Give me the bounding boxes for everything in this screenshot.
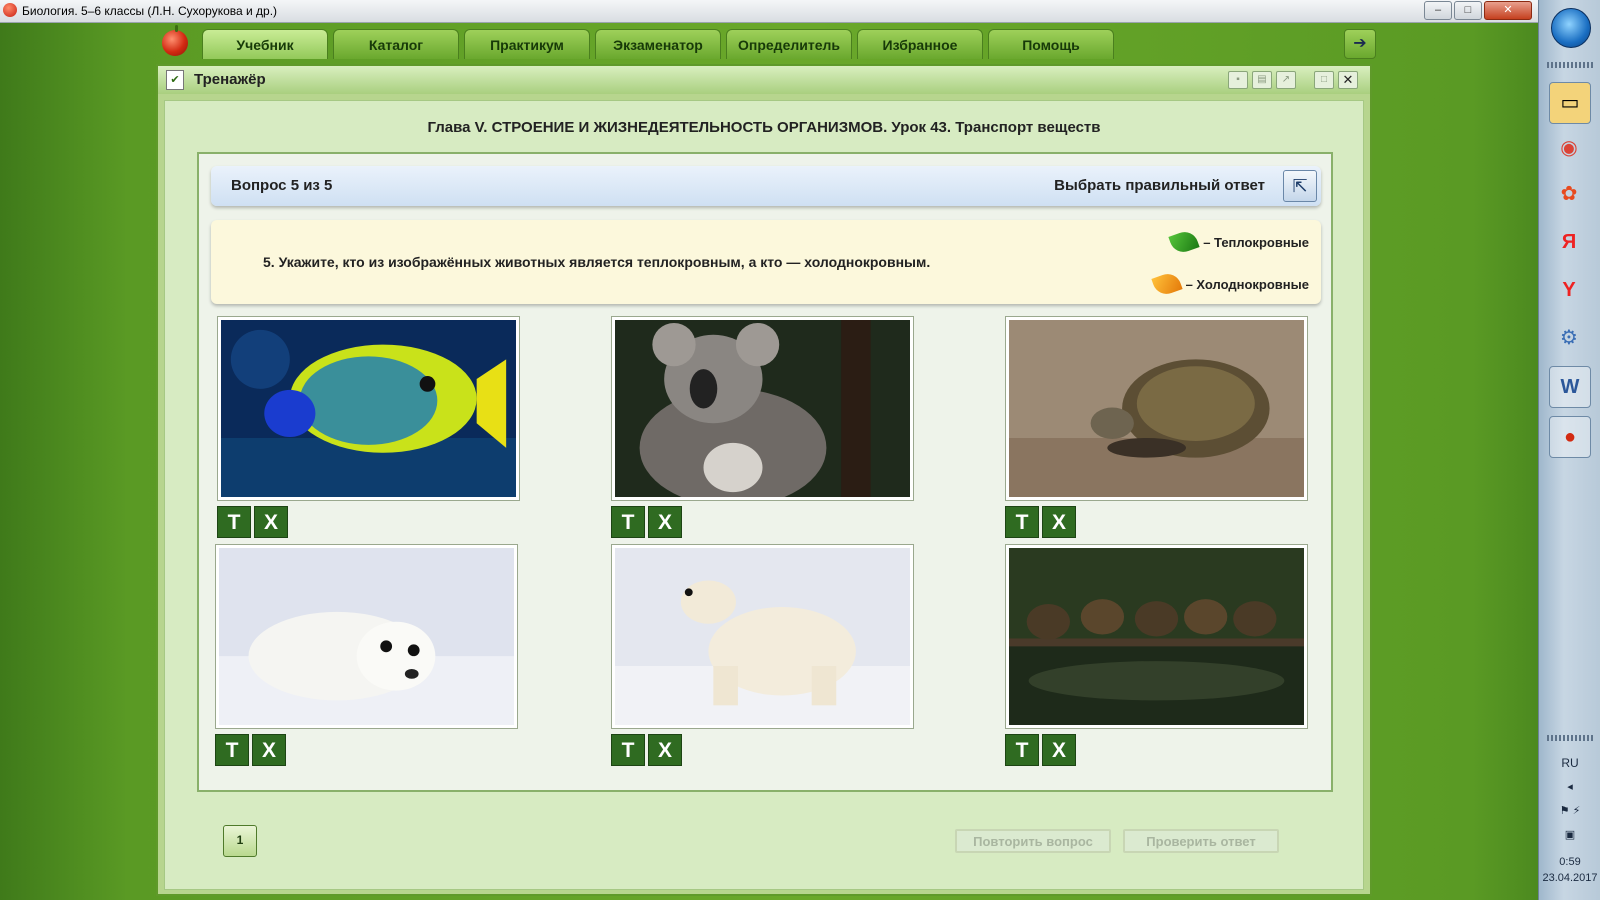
chapter-heading: Глава V. СТРОЕНИЕ И ЖИЗНЕДЕЯТЕЛЬНОСТЬ ОР… — [427, 119, 1101, 136]
taskbar-grip — [1547, 62, 1593, 68]
cold-button-fish[interactable]: Х — [254, 506, 288, 538]
animal-card-polar-bear: Т Х — [611, 544, 916, 766]
exit-door-icon[interactable]: ➔ — [1344, 29, 1376, 59]
tab-practicum[interactable]: Практикум — [464, 29, 590, 59]
question-mode: Выбрать правильный ответ — [1054, 177, 1265, 194]
animal-card-ducklings: Т Х — [1005, 544, 1310, 766]
cold-button-koala[interactable]: Х — [648, 506, 682, 538]
cold-button-ducklings[interactable]: Х — [1042, 734, 1076, 766]
window-title-bar: Биология. 5–6 классы (Л.Н. Сухорукова и … — [0, 0, 1538, 23]
legend-warm: – Теплокровные — [1168, 228, 1309, 256]
tab-catalog[interactable]: Каталог — [333, 29, 459, 59]
seal-photo — [215, 544, 518, 729]
trainer-toolbar: ▪ ▤ ↗ □ ✕ — [1228, 71, 1358, 89]
warm-button-koala[interactable]: Т — [611, 506, 645, 538]
animal-card-seal: Т Х — [215, 544, 520, 766]
warm-button-ducklings[interactable]: Т — [1005, 734, 1039, 766]
tab-identifier[interactable]: Определитель — [726, 29, 852, 59]
network-tool-icon[interactable]: ⚙ — [1549, 318, 1589, 358]
question-list-icon[interactable]: 1 — [223, 825, 257, 857]
animal-card-fish: Т Х — [217, 316, 522, 538]
koala-photo — [611, 316, 914, 501]
window-title: Биология. 5–6 классы (Л.Н. Сухорукова и … — [22, 4, 278, 18]
tortoise-photo — [1005, 316, 1308, 501]
warm-button-fish[interactable]: Т — [217, 506, 251, 538]
window-controls: – □ ✕ — [1424, 1, 1532, 20]
trainer-content: Глава V. СТРОЕНИЕ И ЖИЗНЕДЕЯТЕЛЬНОСТЬ ОР… — [164, 100, 1364, 890]
legend-cold-label: – Холоднокровные — [1185, 276, 1309, 292]
yandex-icon[interactable]: Я — [1549, 222, 1589, 262]
biology-app-icon[interactable]: ● — [1549, 416, 1591, 458]
language-indicator[interactable]: RU — [1539, 756, 1600, 770]
warm-button-tortoise[interactable]: Т — [1005, 506, 1039, 538]
clock-date[interactable]: 23.04.2017 — [1539, 872, 1600, 884]
yandex-browser-icon[interactable]: Y — [1549, 270, 1589, 310]
print-icon[interactable]: ▤ — [1252, 71, 1272, 89]
maximize-button[interactable]: □ — [1454, 1, 1482, 20]
select-cursor-icon: ⇱ — [1283, 170, 1317, 202]
cold-button-tortoise[interactable]: Х — [1042, 506, 1076, 538]
close-window-button[interactable]: ✕ — [1484, 1, 1532, 20]
media-player-icon[interactable]: ✿ — [1549, 174, 1589, 214]
repeat-question-button[interactable]: Повторить вопрос — [955, 829, 1111, 853]
tab-textbook[interactable]: Учебник — [202, 29, 328, 59]
animal-card-koala: Т Х — [611, 316, 916, 538]
minimize-button[interactable]: – — [1424, 1, 1452, 20]
network-tray-icon[interactable]: ▣ — [1539, 828, 1600, 841]
question-bar: Вопрос 5 из 5 Выбрать правильный ответ ⇱ — [211, 166, 1321, 206]
main-nav: Учебник Каталог Практикум Экзаменатор Оп… — [202, 29, 1114, 59]
check-answer-button[interactable]: Проверить ответ — [1123, 829, 1279, 853]
legend-warm-label: – Теплокровные — [1203, 234, 1309, 250]
cold-button-seal[interactable]: Х — [252, 734, 286, 766]
warm-button-polar-bear[interactable]: Т — [611, 734, 645, 766]
animal-card-tortoise: Т Х — [1005, 316, 1310, 538]
question-counter: Вопрос 5 из 5 — [231, 177, 333, 194]
ducklings-photo — [1005, 544, 1308, 729]
polar-bear-photo — [611, 544, 914, 729]
warm-button-seal[interactable]: Т — [215, 734, 249, 766]
question-text: 5. Укажите, кто из изображённых животных… — [263, 254, 931, 270]
tray-expand-icon[interactable]: ◂ — [1539, 780, 1600, 793]
tray-flag-power-icons[interactable]: ⚑ ⚡ — [1539, 804, 1600, 817]
save-icon[interactable]: ▪ — [1228, 71, 1248, 89]
app-apple-icon — [3, 3, 17, 17]
legend-cold: – Холоднокровные — [1150, 270, 1309, 298]
app-logo-icon — [162, 25, 188, 56]
question-panel: Вопрос 5 из 5 Выбрать правильный ответ ⇱… — [197, 152, 1333, 792]
close-panel-icon[interactable]: ✕ — [1338, 71, 1358, 89]
word-icon[interactable]: W — [1549, 366, 1591, 408]
tab-favorites[interactable]: Избранное — [857, 29, 983, 59]
tab-examiner[interactable]: Экзаменатор — [595, 29, 721, 59]
checklist-icon: ✔ — [166, 70, 184, 90]
green-leaf-icon — [1168, 228, 1200, 256]
trainer-title: Тренажёр — [194, 71, 266, 88]
start-button-icon[interactable] — [1551, 8, 1591, 48]
clock-time[interactable]: 0:59 — [1539, 856, 1600, 868]
file-explorer-icon[interactable]: ▭ — [1549, 82, 1591, 124]
export-icon[interactable]: ↗ — [1276, 71, 1296, 89]
orange-leaf-icon — [1150, 270, 1183, 298]
taskbar: ▭ ◉ ✿ Я Y ⚙ W ● RU ◂ ⚑ ⚡ ▣ 0:59 23.04.20… — [1538, 0, 1600, 900]
question-text-box: 5. Укажите, кто из изображённых животных… — [211, 220, 1321, 304]
taskbar-grip-lower — [1547, 735, 1593, 741]
trainer-header: ✔ Тренажёр ▪ ▤ ↗ □ ✕ — [158, 66, 1370, 94]
fish-photo — [217, 316, 520, 501]
cold-button-polar-bear[interactable]: Х — [648, 734, 682, 766]
tab-help[interactable]: Помощь — [988, 29, 1114, 59]
maximize-panel-icon[interactable]: □ — [1314, 71, 1334, 89]
chrome-icon[interactable]: ◉ — [1549, 128, 1589, 168]
trainer-window: ✔ Тренажёр ▪ ▤ ↗ □ ✕ Глава V. СТРОЕНИЕ И… — [156, 64, 1372, 896]
